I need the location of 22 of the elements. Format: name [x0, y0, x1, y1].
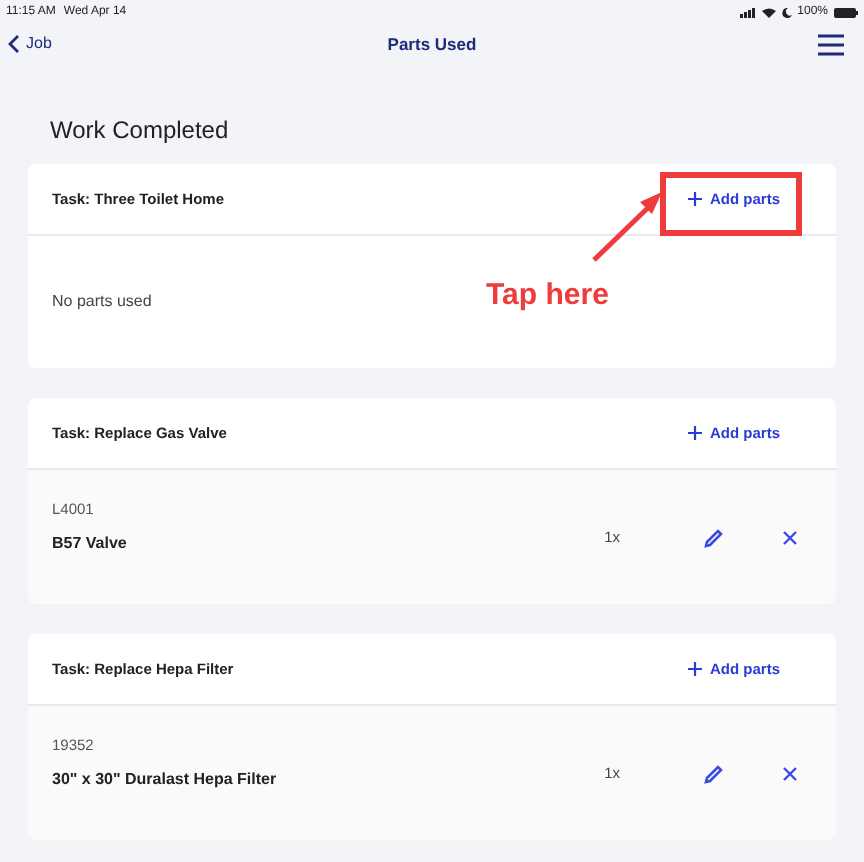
plus-icon	[687, 662, 702, 676]
part-name: B57 Valve	[52, 532, 127, 557]
plus-icon	[687, 192, 702, 206]
moon-icon	[781, 8, 792, 18]
back-button[interactable]: Job	[8, 32, 52, 56]
section-heading: Work Completed	[48, 114, 231, 148]
part-name: 30" x 30" Duralast Hepa Filter	[52, 768, 277, 793]
close-icon[interactable]	[782, 529, 798, 545]
edit-icon[interactable]	[704, 527, 724, 547]
close-icon[interactable]	[782, 765, 798, 781]
menu-icon[interactable]	[818, 33, 844, 55]
highlight-box	[660, 172, 802, 236]
empty-message: No parts used	[52, 290, 152, 314]
signal-icon	[739, 8, 756, 18]
page-title: Parts Used	[387, 31, 477, 57]
wifi-icon	[761, 8, 776, 18]
arrow-annotation	[590, 188, 666, 264]
edit-icon[interactable]	[704, 763, 724, 783]
annotation-text: Tap here	[486, 276, 609, 316]
battery-icon	[834, 8, 858, 18]
chevron-left-icon	[8, 34, 20, 54]
plus-icon	[687, 426, 702, 440]
